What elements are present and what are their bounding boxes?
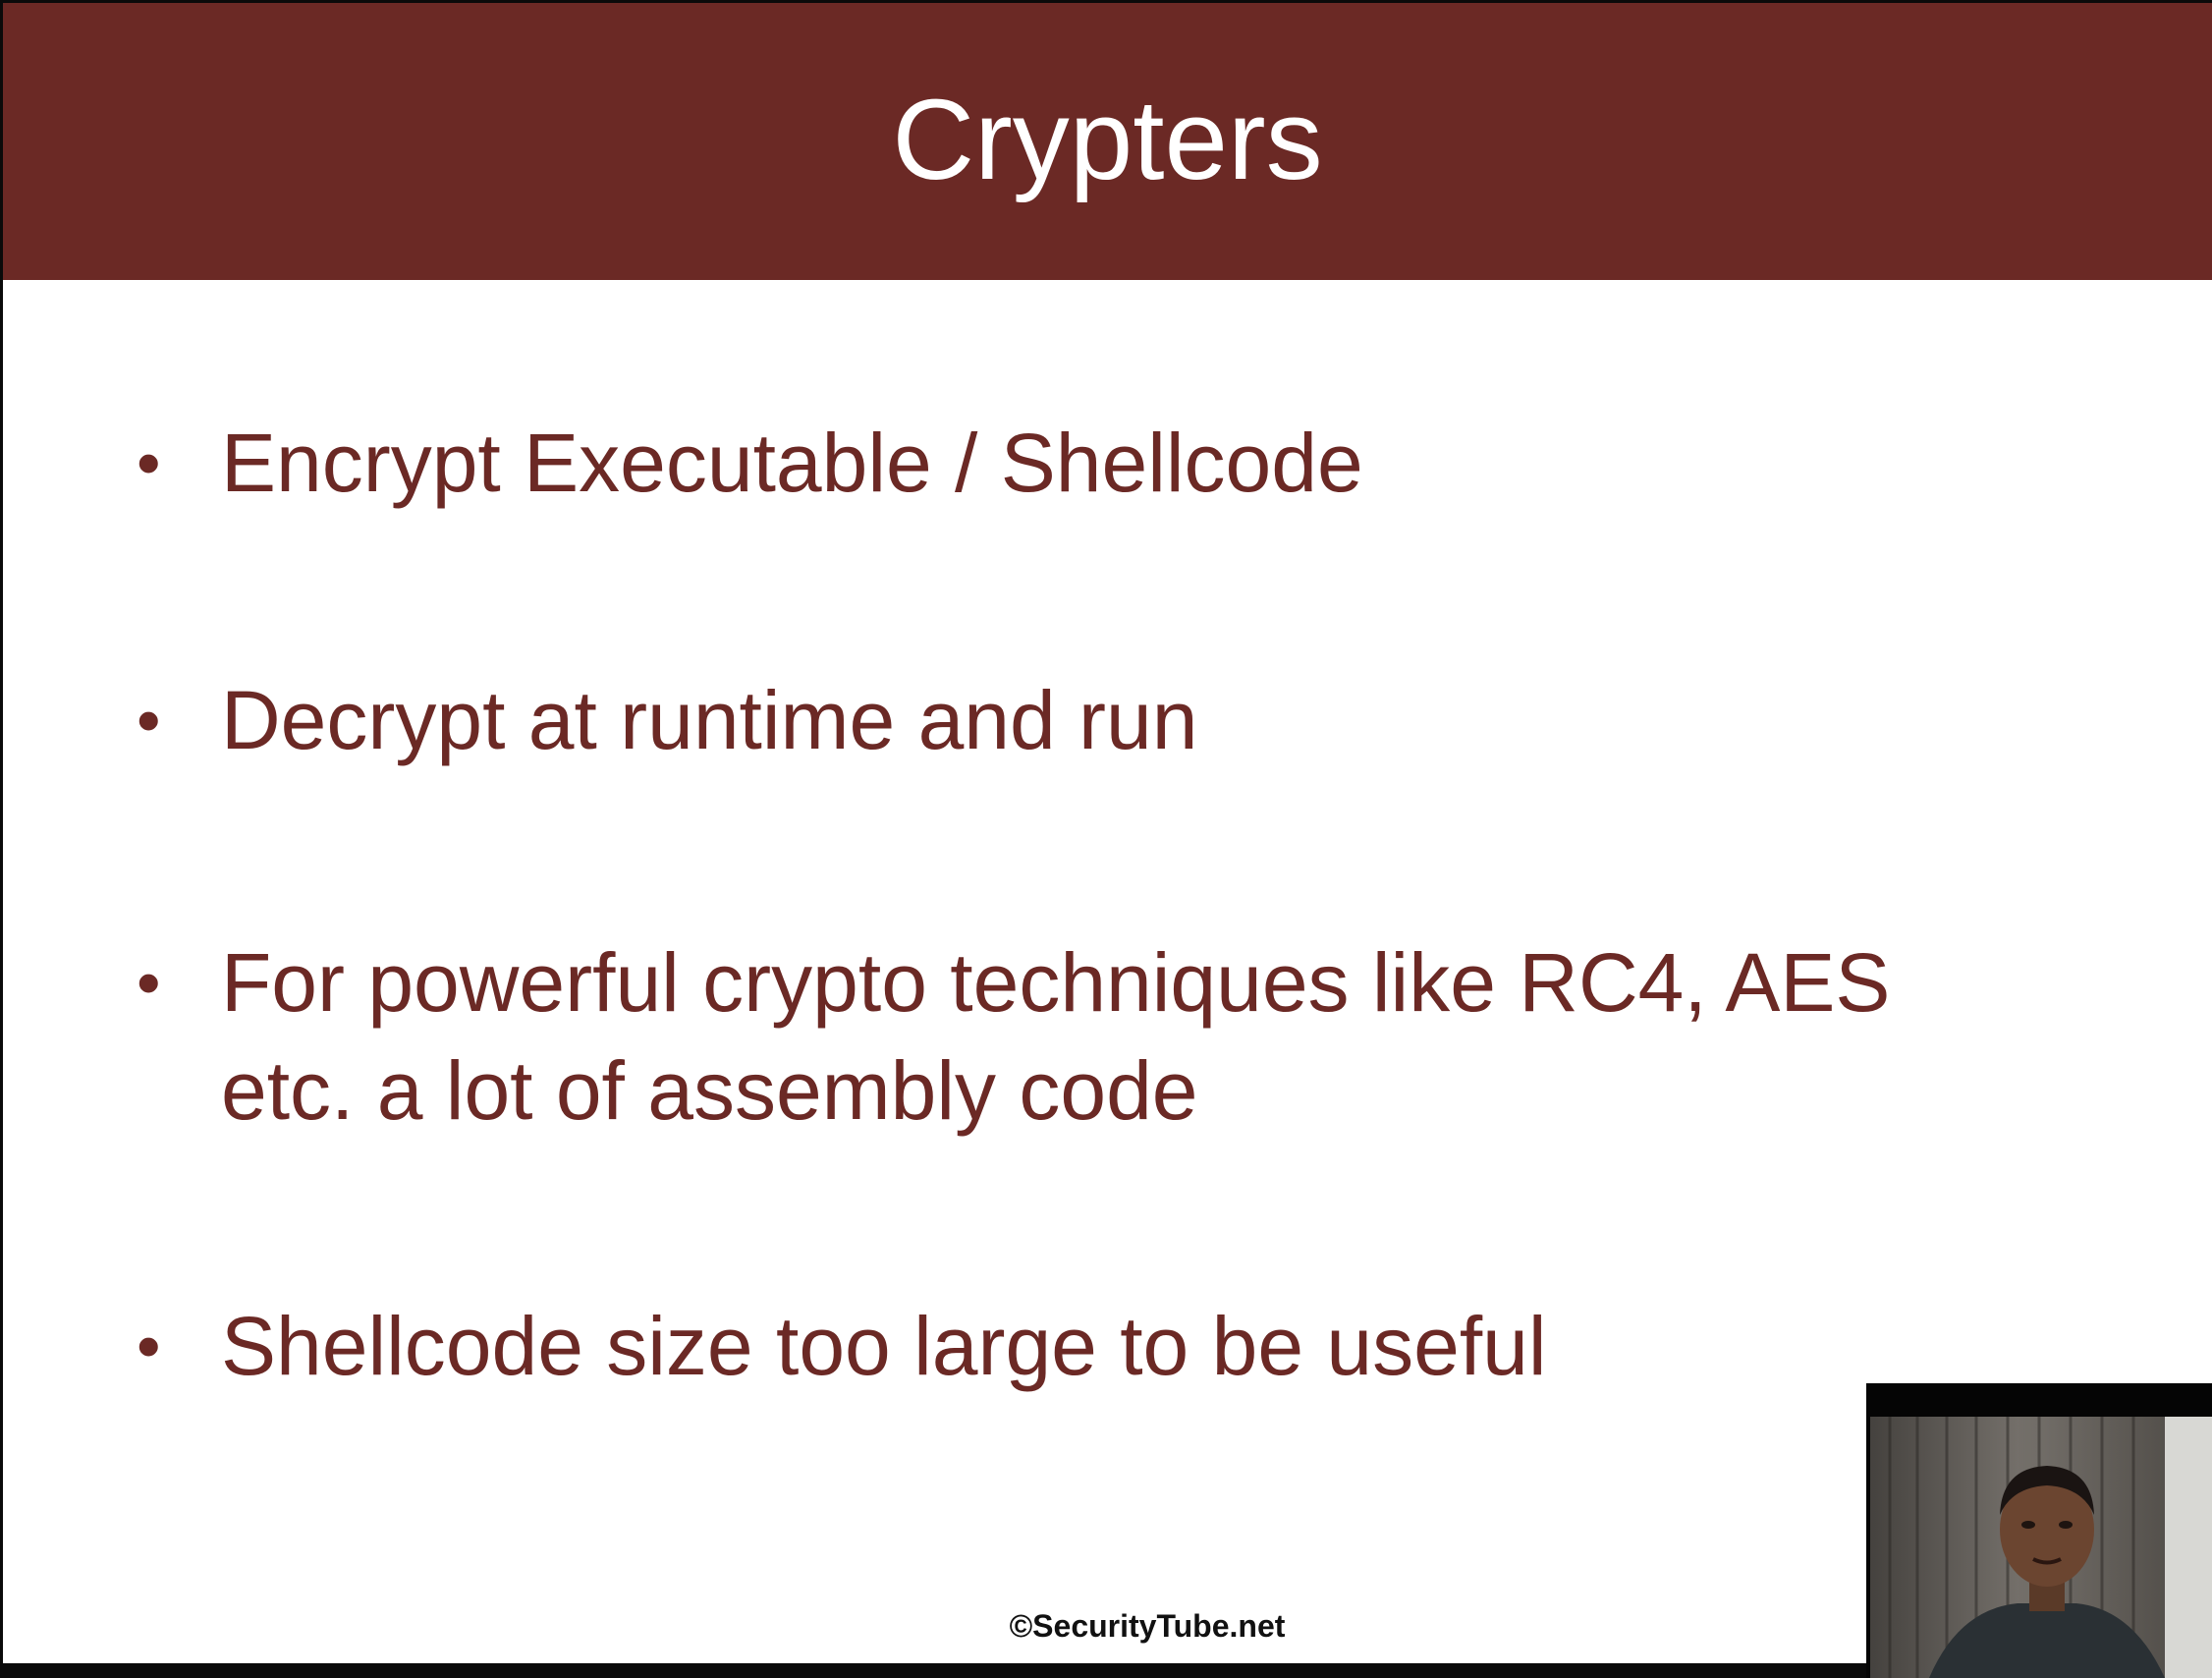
presenter-video-feed (1870, 1417, 2212, 1678)
bullet-text: Decrypt at runtime and run (221, 674, 1198, 766)
bullet-text: Encrypt Executable / Shellcode (221, 417, 1363, 509)
bullet-text-continuation: etc. a lot of assembly code (221, 1044, 1198, 1137)
window-light (2165, 1417, 2212, 1678)
bullet-text: For powerful crypto techniques like RC4,… (221, 936, 1891, 1029)
presenter-eye-right (2059, 1521, 2073, 1529)
bullet-glyph: • (137, 944, 161, 1021)
bullet-text: Shellcode size too large to be useful (221, 1300, 1547, 1392)
bullet-glyph: • (137, 682, 161, 758)
bullet-glyph: • (137, 1308, 161, 1384)
presenter-eye-left (2021, 1521, 2035, 1529)
bullet-glyph: • (137, 424, 161, 501)
presenter-webcam (1866, 1383, 2212, 1678)
